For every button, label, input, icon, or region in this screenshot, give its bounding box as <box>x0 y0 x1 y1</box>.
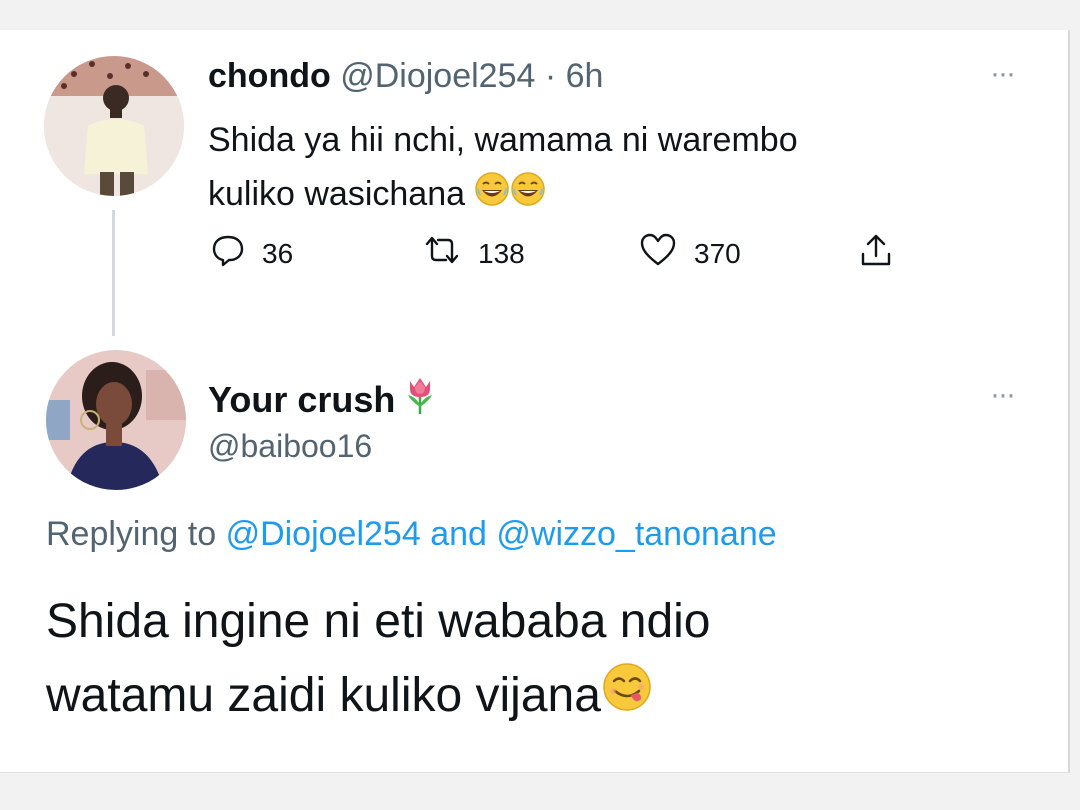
retweet-icon <box>422 232 462 275</box>
tweet-text-line-1: Shida ya hii nchi, wamama ni warembo <box>208 121 798 159</box>
tulip-emoji-icon <box>403 375 437 424</box>
tweet-actions-bar: 36 138 370 <box>210 232 910 282</box>
share-icon <box>858 232 894 275</box>
reply-button[interactable]: 36 <box>210 232 293 275</box>
header-separator: · <box>544 57 557 95</box>
author-name[interactable]: chondo <box>208 57 331 95</box>
more-options-icon[interactable]: ··· <box>990 59 1016 89</box>
like-count: 370 <box>694 237 741 269</box>
retweet-count: 138 <box>478 237 525 269</box>
avatar-your-crush[interactable] <box>46 350 186 490</box>
tears-of-joy-emoji-icon <box>474 169 510 223</box>
avatar-chondo[interactable] <box>44 56 184 196</box>
replying-to-link-wizzo-tanonane[interactable]: @wizzo_tanonane <box>496 515 776 553</box>
heart-icon <box>638 232 678 275</box>
reply-text-line-1: Shida ingine ni eti wababa ndio <box>46 595 711 648</box>
reply-text-line-2-wrap: watamu zaidi kuliko vijana <box>46 659 1026 735</box>
reply-count: 36 <box>262 237 294 269</box>
like-button[interactable]: 370 <box>638 232 741 275</box>
share-button[interactable] <box>858 232 894 275</box>
tweet-text-line-2-wrap: kuliko wasichana <box>208 167 988 223</box>
reply-author-name-row: Your crush <box>208 375 437 424</box>
reply-more-options-icon[interactable]: ··· <box>990 380 1016 410</box>
reply-text-line-2: watamu zaidi kuliko vijana <box>46 669 601 722</box>
replying-to-line: Replying to @Diojoel254 and @wizzo_tanon… <box>46 515 777 554</box>
tweet-header: chondo @Diojoel254 · 6h <box>208 57 603 96</box>
tweet-time[interactable]: 6h <box>566 57 604 95</box>
tweet-text-line-2: kuliko wasichana <box>208 175 466 213</box>
tweet-text: Shida ya hii nchi, wamama ni warembo kul… <box>208 113 988 223</box>
reply-icon <box>210 232 246 275</box>
reply-author-handle[interactable]: @baiboo16 <box>208 428 372 465</box>
face-savoring-food-emoji-icon <box>601 661 653 735</box>
thread-connector-line <box>112 210 115 336</box>
author-handle[interactable]: @Diojoel254 <box>340 57 535 95</box>
replying-prefix: Replying to <box>46 515 217 553</box>
retweet-button[interactable]: 138 <box>422 232 525 275</box>
reply-text: Shida ingine ni eti wababa ndio watamu z… <box>46 585 1026 735</box>
reply-author-name[interactable]: Your crush <box>208 379 395 421</box>
replying-and: and <box>430 515 487 553</box>
replying-to-link-diojoel254[interactable]: @Diojoel254 <box>226 515 421 553</box>
tears-of-joy-emoji-icon <box>510 169 546 223</box>
